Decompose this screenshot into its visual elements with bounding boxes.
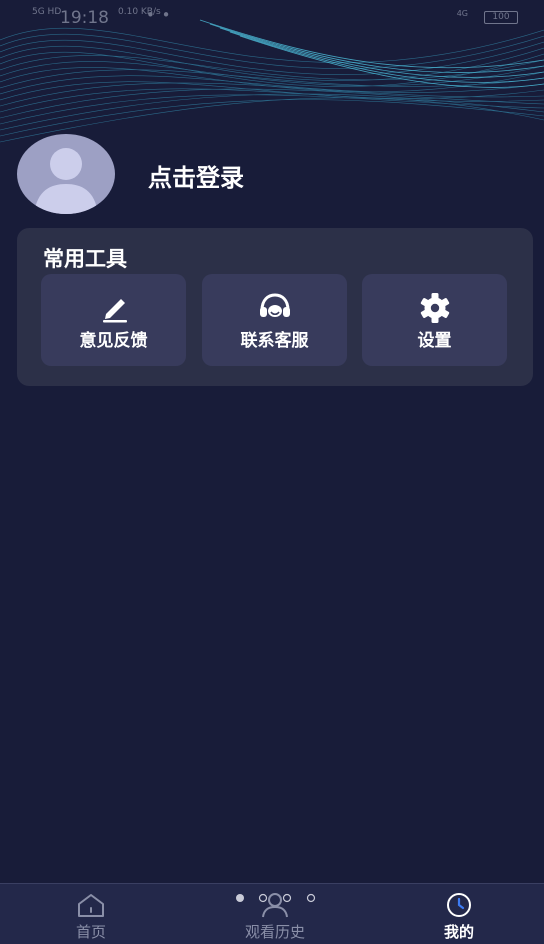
home-icon (78, 894, 104, 917)
network-indicator: 5G HD (32, 7, 62, 17)
network-right-indicator: 4G (456, 9, 468, 18)
avatar[interactable] (17, 134, 115, 214)
customer-service-label: 联系客服 (240, 331, 309, 351)
tab-history[interactable]: 观看历史 (215, 884, 335, 944)
tab-home[interactable]: 首页 (31, 884, 151, 944)
status-bar: 5G HD 19:18 0.10 KB/s • • 4G 100 (0, 0, 544, 34)
tab-history-label: 观看历史 (244, 923, 305, 941)
settings-label: 设置 (417, 331, 452, 351)
login-button[interactable]: 点击登录 (148, 158, 244, 193)
user-avatar-icon (34, 148, 98, 214)
tools-title: 常用工具 (43, 247, 127, 271)
customer-service-button[interactable]: 联系客服 (202, 274, 347, 366)
feedback-button[interactable]: 意见反馈 (41, 274, 186, 366)
feedback-label: 意见反馈 (79, 331, 148, 351)
gear-icon (420, 293, 449, 323)
more-dots: • • (146, 6, 172, 24)
bottom-tab-bar: 首页 观看历史 我的 (0, 883, 544, 944)
edit-pen-icon (102, 299, 127, 323)
tools-card: 常用工具 意见反馈 联系客服 设置 (17, 228, 533, 386)
tab-home-label: 首页 (75, 923, 106, 941)
settings-button[interactable]: 设置 (362, 274, 507, 366)
tab-mine-label: 我的 (443, 923, 474, 941)
headset-icon (259, 293, 290, 317)
user-icon (262, 893, 288, 918)
status-time: 19:18 (60, 8, 109, 28)
clock-icon (447, 893, 471, 917)
tab-mine[interactable]: 我的 (399, 884, 519, 944)
battery-icon: 100 (484, 11, 518, 24)
